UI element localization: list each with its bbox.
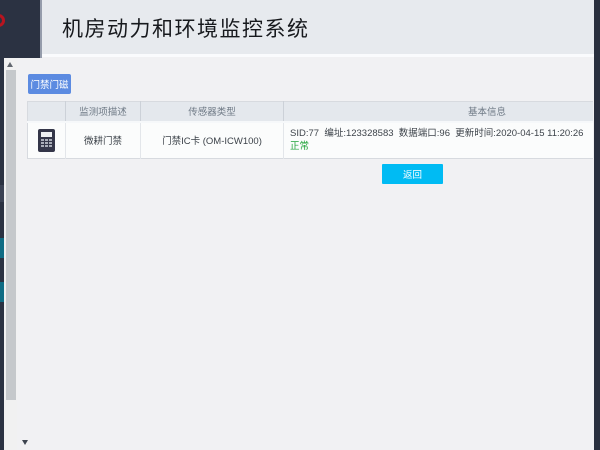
column-header-basic-info: 基本信息 [284,102,594,122]
access-keypad-icon [38,129,55,152]
device-info: SID:77 编址:123328583 数据端口:96 更新时间:2020-04… [290,127,593,140]
sidebar-corner [0,0,42,58]
column-header-description: 监测项描述 [66,102,141,122]
table-header-row: 监测项描述 传感器类型 基本信息 [28,102,594,122]
description-cell: 微耕门禁 [66,122,141,159]
app-header: 机房动力和环境监控系统 [0,0,600,57]
sensor-type-cell: 门禁IC卡 (OM-ICW100) [141,122,284,159]
sensor-table-wrap: 监测项描述 传感器类型 基本信息 [27,101,593,163]
table-row[interactable]: 微耕门禁 门禁IC卡 (OM-ICW100) SID:77 编址:1233285… [28,122,594,159]
page-title: 机房动力和环境监控系统 [62,13,310,43]
logo-icon [0,14,5,27]
basic-info-cell: SID:77 编址:123328583 数据端口:96 更新时间:2020-04… [284,122,594,159]
column-header-sensor-type: 传感器类型 [141,102,284,122]
device-icon-cell [28,122,66,159]
keypad-buttons [41,139,52,147]
status-badge: 正常 [290,140,593,153]
keypad-screen [41,132,52,137]
scroll-up-icon[interactable] [7,62,13,67]
tab-door-access[interactable]: 门禁门磁 [28,74,71,94]
scroll-down-icon[interactable] [22,440,28,445]
sensor-table: 监测项描述 传感器类型 基本信息 [27,101,593,159]
app-window: 机房动力和环境监控系统 门禁门磁 监测项描述 传感器类型 基本信 [0,0,600,450]
return-button[interactable]: 返回 [382,164,443,184]
scrollbar-thumb[interactable] [6,70,16,400]
vertical-scrollbar[interactable] [4,58,17,450]
right-edge-strip [594,0,600,450]
column-header-icon [28,102,66,122]
